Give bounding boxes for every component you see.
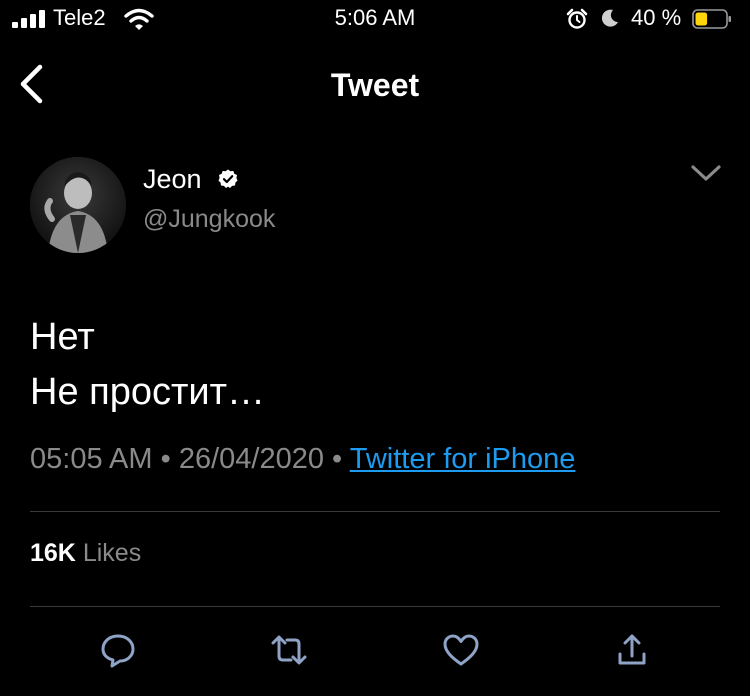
source-link[interactable]: Twitter for iPhone [350,443,576,475]
more-options-button[interactable] [690,162,722,184]
reply-button[interactable] [98,630,138,670]
status-bar: Tele2 5:06 AM 40 % [0,0,750,40]
tweet-date: 26/04/2020 [178,443,324,475]
author-name[interactable]: Jeon [143,164,202,195]
author-handle[interactable]: @Jungkook [143,205,275,234]
battery-percent: 40 % [631,5,682,30]
likes-number: 16K [30,539,76,567]
like-button[interactable] [441,630,481,670]
divider [30,511,720,512]
verified-badge-icon [218,169,238,189]
avatar[interactable] [30,157,126,253]
likes-count[interactable]: 16K Likes [30,539,141,568]
alarm-icon [566,8,588,30]
tweet-time: 05:05 AM [30,443,153,475]
retweet-icon [271,635,307,665]
divider [30,606,720,607]
retweet-button[interactable] [269,630,309,670]
do-not-disturb-moon-icon [600,8,620,28]
tweet-line: Не простит… [30,371,266,413]
share-button[interactable] [612,630,652,670]
chevron-down-icon [691,165,721,181]
tweet-line: Нет [30,316,95,358]
separator-dot: • [332,443,343,475]
heart-icon [443,634,479,666]
separator-dot: • [160,443,171,475]
page-title: Tweet [330,67,420,103]
tweet-meta: 05:05 AM • 26/04/2020 • Twitter for iPho… [30,443,575,476]
tweet-text: Нет Не простит… [30,310,265,420]
share-icon [618,634,646,665]
reply-icon [101,634,135,668]
likes-label: Likes [82,539,142,567]
battery-icon [692,9,732,29]
